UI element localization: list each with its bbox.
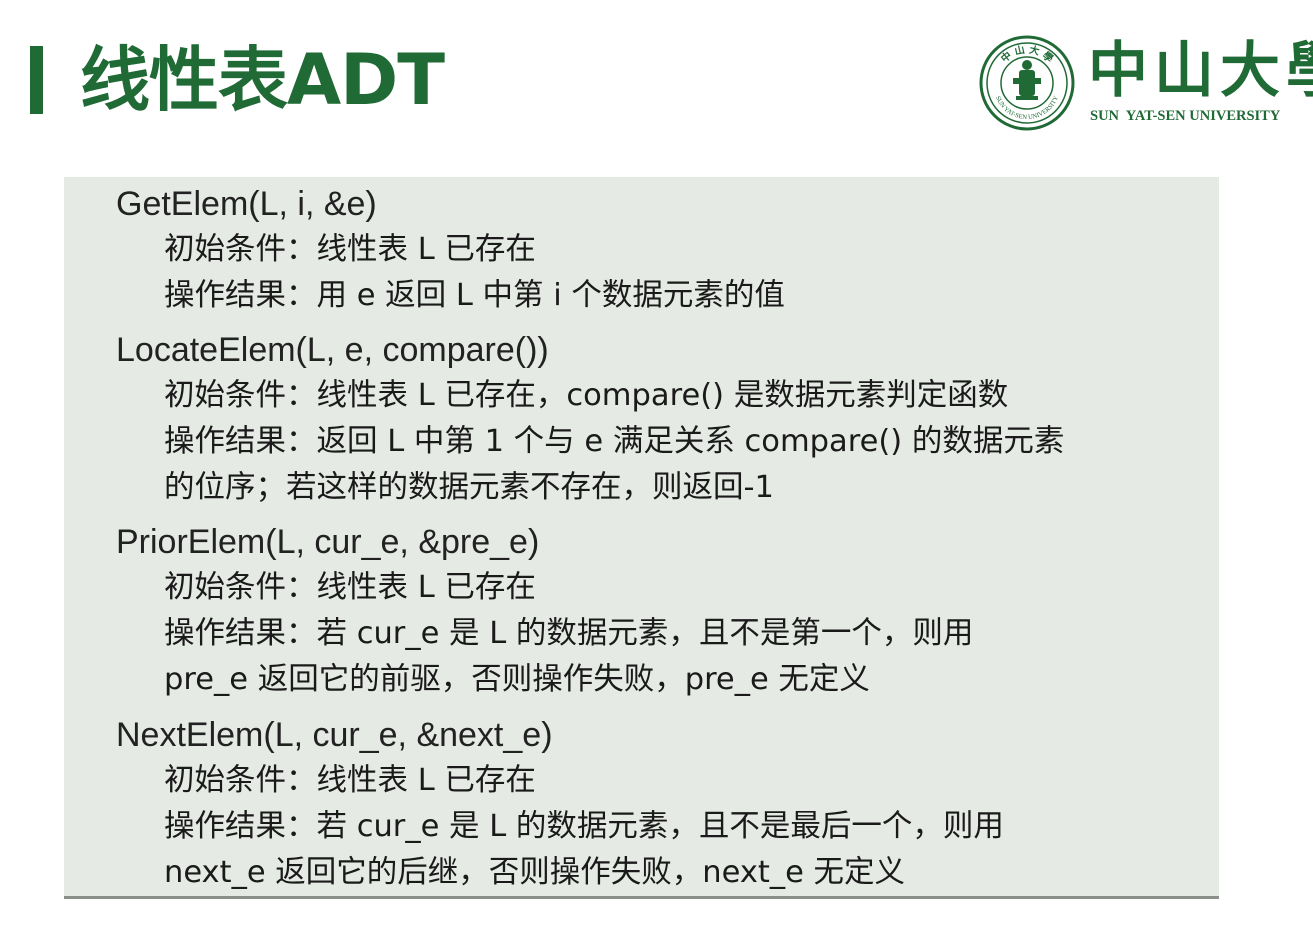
operation-signature: LocateElem(L, e, compare())	[116, 331, 549, 369]
operation-precondition: 初始条件：线性表 L 已存在	[164, 232, 536, 267]
operation-result-continued: pre_e 返回它的前驱，否则操作失败，pre_e 无定义	[164, 662, 870, 697]
operation-result: 操作结果：若 cur_e 是 L 的数据元素，且不是最后一个，则用	[164, 809, 1004, 844]
university-logo: 中 山 大 學 SUN YAT-SEN UNIVERSITY 中山大學 SUN …	[978, 34, 1313, 134]
operation-result-continued: next_e 返回它的后继，否则操作失败，next_e 无定义	[164, 855, 906, 890]
operation-getelem: GetElem(L, i, &e) 初始条件：线性表 L 已存在 操作结果：用 …	[116, 181, 1216, 319]
operation-precondition: 初始条件：线性表 L 已存在	[164, 570, 536, 605]
operation-locateelem: LocateElem(L, e, compare()) 初始条件：线性表 L 已…	[116, 327, 1216, 511]
operation-result: 操作结果：若 cur_e 是 L 的数据元素，且不是第一个，则用	[164, 616, 974, 651]
operation-precondition: 初始条件：线性表 L 已存在	[164, 763, 536, 798]
operation-priorelem: PriorElem(L, cur_e, &pre_e) 初始条件：线性表 L 已…	[116, 519, 1216, 703]
adt-operations-panel: GetElem(L, i, &e) 初始条件：线性表 L 已存在 操作结果：用 …	[64, 177, 1219, 899]
operation-signature: GetElem(L, i, &e)	[116, 185, 377, 223]
operation-signature: NextElem(L, cur_e, &next_e)	[116, 716, 553, 754]
operation-result-continued: 的位序；若这样的数据元素不存在，则返回-1	[164, 470, 774, 505]
operation-precondition: 初始条件：线性表 L 已存在，compare() 是数据元素判定函数	[164, 378, 1009, 413]
operation-signature: PriorElem(L, cur_e, &pre_e)	[116, 523, 540, 561]
page-title: 线性表ADT	[80, 39, 445, 121]
university-name-chinese: 中山大學	[1088, 36, 1313, 106]
university-name-english: SUN YAT-SEN UNIVERSITY	[1090, 108, 1281, 124]
operation-result: 操作结果：用 e 返回 L 中第 i 个数据元素的值	[164, 278, 785, 313]
operation-result: 操作结果：返回 L 中第 1 个与 e 满足关系 compare() 的数据元素	[164, 424, 1065, 459]
university-seal-icon: 中 山 大 學 SUN YAT-SEN UNIVERSITY	[979, 35, 1075, 131]
title-accent-bar	[30, 46, 43, 114]
operation-nextelem: NextElem(L, cur_e, &next_e) 初始条件：线性表 L 已…	[116, 712, 1216, 896]
